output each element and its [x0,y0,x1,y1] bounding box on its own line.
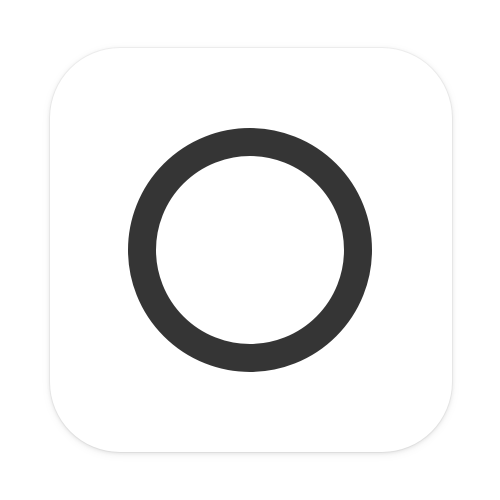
page [0,0,500,500]
ring-shape [128,128,372,372]
app-icon-tile[interactable] [50,48,452,452]
ring-svg [128,128,372,372]
circle-ring-icon [128,128,372,372]
